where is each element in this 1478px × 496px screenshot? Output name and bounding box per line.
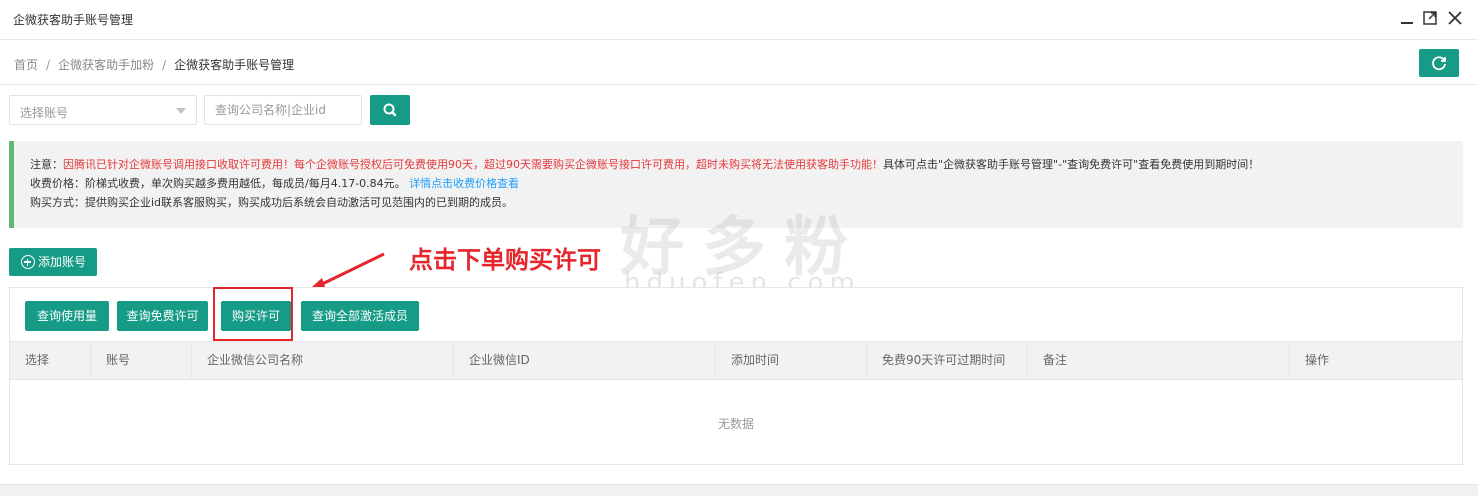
column-header-add-time: 添加时间: [716, 342, 867, 379]
add-account-label: 添加账号: [38, 255, 87, 269]
column-header-account: 账号: [91, 342, 192, 379]
account-select[interactable]: 选择账号: [9, 95, 197, 125]
account-select-placeholder: 选择账号: [20, 106, 69, 120]
bottom-bar: [0, 484, 1478, 496]
minimize-icon[interactable]: [1398, 9, 1416, 27]
search-icon: [383, 103, 397, 117]
column-header-remark: 备注: [1028, 342, 1290, 379]
notice-suffix: 具体可点击"企微获客助手账号管理"-"查询免费许可"查看免费使用到期时间！: [883, 158, 1260, 171]
notice-prefix: 注意：: [30, 158, 63, 171]
table-header: 选择 账号 企业微信公司名称 企业微信ID 添加时间 免费90天许可过期时间 备…: [10, 341, 1462, 380]
query-all-active-button[interactable]: 查询全部激活成员: [301, 301, 419, 331]
annotation-highlight-box: [213, 287, 293, 341]
breadcrumb: 首页 / 企微获客助手加粉 / 企微获客助手账号管理: [14, 56, 294, 73]
maximize-icon[interactable]: [1421, 9, 1439, 27]
breadcrumb-current: 企微获客助手账号管理: [174, 58, 295, 72]
query-free-license-button[interactable]: 查询免费许可: [117, 301, 208, 331]
caret-down-icon: [176, 108, 186, 114]
notice-line-2: 收费价格：阶梯式收费，单次购买越多费用越低，每成员/每月4.17-0.84元。 …: [30, 174, 1463, 193]
column-header-free-expiry: 免费90天许可过期时间: [867, 342, 1028, 379]
column-header-select: 选择: [10, 342, 91, 379]
breadcrumb-separator: /: [162, 58, 167, 72]
close-icon[interactable]: [1446, 9, 1464, 27]
account-table-panel: 查询使用量 查询免费许可 购买许可 查询全部激活成员 选择 账号 企业微信公司名…: [9, 287, 1463, 465]
table-empty-text: 无数据: [717, 417, 754, 431]
search-button[interactable]: [370, 95, 410, 125]
column-header-corp-id: 企业微信ID: [454, 342, 716, 379]
breadcrumb-separator: /: [46, 58, 51, 72]
query-usage-button[interactable]: 查询使用量: [25, 301, 109, 331]
window-titlebar: 企微获客助手账号管理: [0, 0, 1478, 40]
breadcrumb-parent[interactable]: 企微获客助手加粉: [58, 58, 154, 72]
refresh-icon: [1432, 56, 1446, 71]
plus-circle-icon: [21, 255, 35, 269]
notice-price: 收费价格：阶梯式收费，单次购买越多费用越低，每成员/每月4.17-0.84元。: [30, 177, 406, 190]
refresh-button[interactable]: [1419, 49, 1459, 77]
notice-warning: 因腾讯已针对企微账号调用接口收取许可费用！每个企微账号授权后可免费使用90天，超…: [63, 158, 883, 171]
column-header-actions: 操作: [1305, 353, 1330, 367]
price-detail-link[interactable]: 详情点击收费价格查看: [409, 177, 519, 190]
notice-line-1: 注意：因腾讯已针对企微账号调用接口收取许可费用！每个企微账号授权后可免费使用90…: [30, 155, 1463, 174]
add-account-button[interactable]: 添加账号: [9, 248, 97, 276]
column-header-company-name: 企业微信公司名称: [192, 342, 454, 379]
window-title: 企微获客助手账号管理: [13, 13, 134, 27]
breadcrumb-bar: 首页 / 企微获客助手加粉 / 企微获客助手账号管理: [0, 41, 1478, 85]
annotation-text: 点击下单购买许可: [409, 246, 601, 274]
breadcrumb-home[interactable]: 首页: [14, 58, 38, 72]
company-search-input[interactable]: [204, 95, 362, 125]
